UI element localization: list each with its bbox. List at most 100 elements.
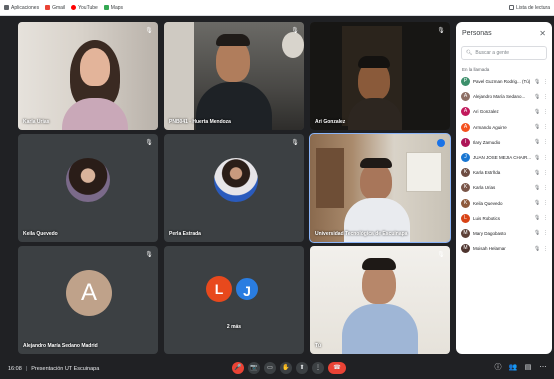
participant-row[interactable]: A Armando Aguirre 🎙 ⋮ [456,120,552,135]
participant-tile[interactable]: 🎙 PNB041 - Huerta Mendoza [164,22,304,130]
people-icon[interactable]: 👥 [508,362,518,374]
participant-name: Alejandro María Sedano... [473,94,526,100]
video-feed [310,22,450,130]
more-vert-icon[interactable]: ⋮ [543,246,548,252]
avatar: M [461,244,470,254]
mic-off-icon[interactable]: 🎙 [534,79,540,85]
mic-off-icon[interactable]: 🎙 [534,246,540,252]
mic-off-icon[interactable]: 🎙 [534,124,540,130]
participant-row[interactable]: M Mary Dagobasto 🎙 ⋮ [456,226,552,241]
more-vert-icon[interactable]: ⋮ [543,170,548,176]
bookmark-gmail[interactable]: Gmail [45,5,65,11]
mic-off-icon: 🎙 [291,140,299,146]
more-vert-icon[interactable]: ⋮ [543,200,548,206]
mic-off-icon[interactable]: 🎙 [534,215,540,221]
participant-row[interactable]: A Alejandro María Sedano... 🎙 ⋮ [456,89,552,104]
bookmarks-bar: Aplicaciones Gmail YouTube Maps Lista de… [0,0,554,16]
mic-toggle-button[interactable]: 🎤 [232,362,244,374]
youtube-icon [71,5,77,10]
participant-name: Ari Gonzalez [315,119,346,125]
avatar: J [461,153,470,163]
more-vert-icon[interactable]: ⋮ [543,215,548,221]
participant-row[interactable]: I Ilary Zamudio 🎙 ⋮ [456,135,552,150]
more-vert-icon[interactable]: ⋮ [543,79,548,85]
more-vert-icon[interactable]: ⋮ [543,230,548,236]
activities-icon[interactable]: ⋯ [538,362,548,374]
meeting-title: Presentación UT Escuinapa [31,365,100,372]
separator: | [25,365,28,372]
mic-off-icon: 🎙 [437,252,445,258]
participant-row[interactable]: K Karla Estrñda 🎙 ⋮ [456,165,552,180]
mic-off-icon: 🎙 [291,28,299,34]
participant-name: Keila Quevedo [473,200,503,206]
mic-off-icon[interactable]: 🎙 [534,185,540,191]
mic-off-icon: 🎙 [145,140,153,146]
mic-off-icon[interactable]: 🎙 [534,94,540,100]
participant-name: Karla Urias [473,185,496,191]
participant-tile[interactable]: 🎙 Perla Estrada [164,134,304,242]
info-icon[interactable]: ⓘ [493,362,503,374]
end-call-button[interactable]: ☎ [328,362,346,374]
self-video-feed [310,246,450,354]
bookmark-apps[interactable]: Aplicaciones [4,5,39,11]
avatar: K [461,183,470,193]
avatar: K [461,168,470,178]
more-vert-icon[interactable]: ⋮ [543,109,548,115]
mic-off-icon[interactable]: 🎙 [534,109,540,115]
present-button[interactable]: ⬆ [296,362,308,374]
more-vert-icon[interactable]: ⋮ [543,155,548,161]
mic-off-icon: 🎙 [145,252,153,258]
close-icon[interactable]: ✕ [539,29,546,38]
panel-header: Personas ✕ [456,22,552,44]
participant-tile[interactable]: 🎙 Keila Quevedo [18,134,158,242]
participant-tile[interactable]: 🎙 Karla Urias [18,22,158,130]
more-vert-icon[interactable]: ⋮ [543,124,548,130]
mic-off-icon[interactable]: 🎙 [534,155,540,161]
participant-row[interactable]: M Moisah Helamar 🎙 ⋮ [456,241,552,256]
bookmark-youtube[interactable]: YouTube [71,5,98,11]
participant-row[interactable]: A Ari Gonzalez 🎙 ⋮ [456,104,552,119]
participant-row[interactable]: K Karla Urias 🎙 ⋮ [456,180,552,195]
chat-icon[interactable]: ▤ [523,362,533,374]
participant-row[interactable]: J JUAN JOSE MEJIA CHAIR... 🎙 ⋮ [456,150,552,165]
captions-button[interactable]: ▭ [264,362,276,374]
mic-off-icon[interactable]: 🎙 [534,200,540,206]
participant-row[interactable]: P Pavel Guzman Rodrig... (Tú) 🎙 ⋮ [456,74,552,89]
more-vert-icon[interactable]: ⋮ [543,94,548,100]
participant-row[interactable]: L Luis Robotics 🎙 ⋮ [456,211,552,226]
participant-name: Ari Gonzalez [473,109,499,115]
participant-row[interactable]: K Keila Quevedo 🎙 ⋮ [456,196,552,211]
mic-off-icon[interactable]: 🎙 [534,139,540,145]
more-vert-icon[interactable]: ⋮ [543,185,548,191]
overflow-label: 2 más [226,324,242,330]
video-feed [18,22,158,130]
overflow-participants-tile[interactable]: L J 2 más [164,246,304,354]
raise-hand-button[interactable]: ✋ [280,362,292,374]
people-list: P Pavel Guzman Rodrig... (Tú) 🎙 ⋮ A Alejandro… [456,74,552,256]
panel-title: Personas [462,29,492,37]
camera-toggle-button[interactable]: 📷 [248,362,260,374]
avatar: L [206,276,232,302]
participant-tile[interactable]: 🎙 Ari Gonzalez [310,22,450,130]
search-icon: 🔍︎ [466,50,473,56]
participant-name: Armando Aguirre [473,124,507,130]
bookmark-maps[interactable]: Maps [103,5,123,11]
more-options-button[interactable]: ⋮ [312,362,324,374]
avatar: I [461,137,470,147]
mic-off-icon[interactable]: 🎙 [534,230,540,236]
maps-icon [103,5,109,10]
participant-name: Tú [315,343,322,349]
self-view-tile[interactable]: 🎙 Tú [310,246,450,354]
more-vert-icon[interactable]: ⋮ [543,139,548,145]
participant-tile[interactable]: A 🎙 Alejandro María Sedano Madrid [18,246,158,354]
participant-name: Alejandro María Sedano Madrid [23,343,98,349]
avatar: L [461,213,470,223]
profile-photo [214,158,258,202]
mic-off-icon[interactable]: 🎙 [534,170,540,176]
reading-list[interactable]: Lista de lectura [509,5,550,11]
search-input[interactable]: 🔍︎ Buscar a gente [461,46,547,60]
profile-photo [66,158,110,202]
search-placeholder: Buscar a gente [475,50,509,56]
participant-tile-active-speaker[interactable]: Universidad Tecnológica de Escuinapa [309,133,451,243]
people-panel: Personas ✕ 🔍︎ Buscar a gente En la llama… [456,22,552,354]
